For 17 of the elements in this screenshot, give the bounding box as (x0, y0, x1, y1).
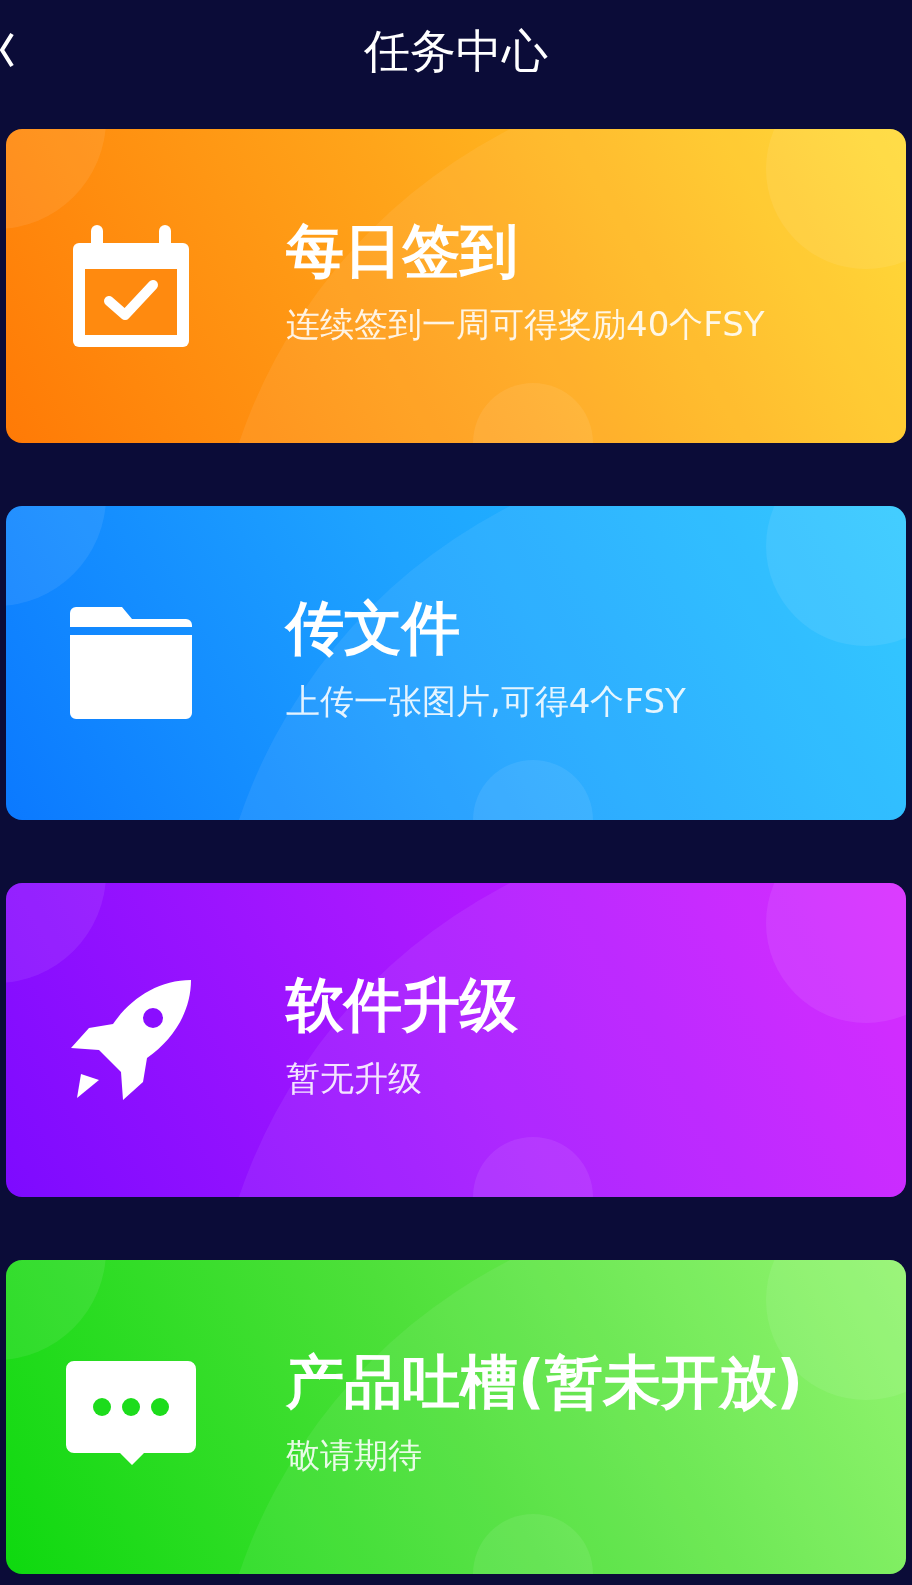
calendar-check-icon (71, 223, 191, 349)
task-title: 每日签到 (286, 220, 518, 285)
task-description: 上传一张图片,可得4个FSY (286, 683, 686, 721)
rocket-icon (69, 978, 193, 1102)
task-card[interactable]: 软件升级 暂无升级 (6, 883, 906, 1197)
task-description: 暂无升级 (286, 1060, 422, 1098)
folder-icon (70, 607, 192, 719)
task-card[interactable]: 每日签到 连续签到一周可得奖励40个FSY (6, 129, 906, 443)
page-title: 任务中心 (364, 28, 548, 76)
task-card[interactable]: 产品吐槽(暂未开放) 敬请期待 (6, 1260, 906, 1574)
back-icon[interactable] (0, 30, 14, 70)
task-title: 软件升级 (286, 974, 518, 1039)
task-description: 连续签到一周可得奖励40个FSY (286, 306, 765, 344)
task-card[interactable]: 传文件 上传一张图片,可得4个FSY (6, 506, 906, 820)
task-title: 传文件 (286, 597, 460, 662)
task-description: 敬请期待 (286, 1437, 422, 1475)
task-title: 产品吐槽(暂未开放) (286, 1351, 803, 1416)
